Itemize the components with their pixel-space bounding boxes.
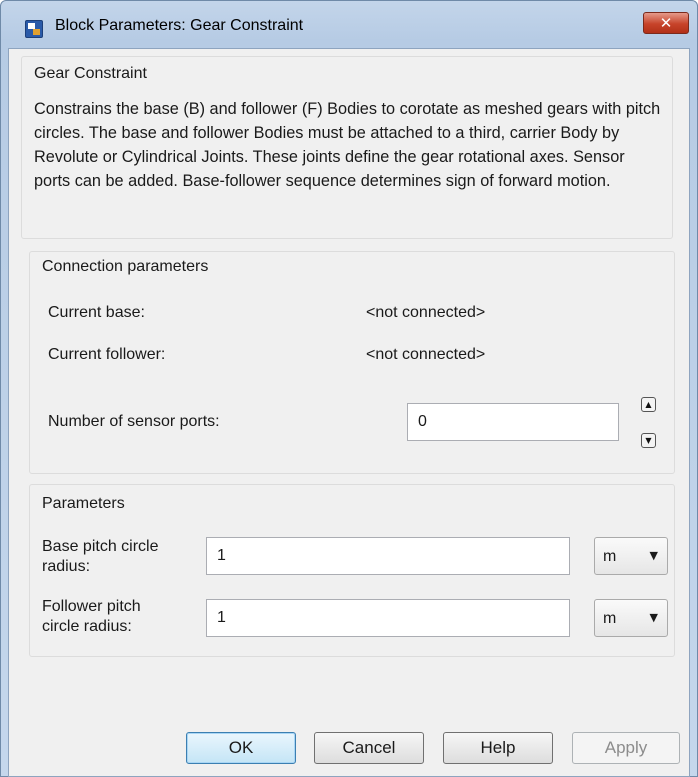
sensor-ports-label: Number of sensor ports: (48, 413, 220, 430)
title-bar[interactable]: Block Parameters: Gear Constraint ✕ (1, 1, 697, 41)
apply-button[interactable]: Apply (572, 732, 680, 764)
follower-radius-field[interactable]: 1 (206, 599, 570, 637)
spin-down-icon[interactable]: ▼ (641, 433, 656, 448)
current-base-label: Current base: (48, 304, 145, 321)
cancel-button[interactable]: Cancel (314, 732, 424, 764)
current-follower-label: Current follower: (48, 346, 166, 363)
follower-radius-unit-value: m (603, 610, 617, 627)
description-section: Gear Constraint Constrains the base (B) … (21, 56, 673, 239)
sensor-ports-field[interactable]: 0 (407, 403, 619, 441)
base-radius-unit-select[interactable]: m ▼ (594, 537, 668, 575)
current-base-value: <not connected> (366, 304, 486, 321)
section-title-connection-parameters: Connection parameters (42, 258, 209, 276)
spin-up-icon[interactable]: ▲ (641, 397, 656, 412)
section-title-parameters: Parameters (42, 495, 125, 513)
parameters-section: Parameters Base pitch circle radius: 1 m… (29, 484, 675, 657)
current-follower-value: <not connected> (366, 346, 486, 363)
dialog-client-area: Gear Constraint Constrains the base (B) … (8, 48, 690, 777)
base-radius-label-line2: radius: (42, 558, 91, 575)
close-button[interactable]: ✕ (643, 12, 689, 34)
chevron-down-icon: ▼ (649, 611, 658, 624)
base-radius-label-line1: Base pitch circle (42, 538, 159, 555)
help-button[interactable]: Help (443, 732, 553, 764)
section-title-gear-constraint: Gear Constraint (34, 65, 147, 83)
follower-radius-label-line2: circle radius: (42, 618, 132, 635)
window-title: Block Parameters: Gear Constraint (55, 17, 304, 34)
base-radius-field[interactable]: 1 (206, 537, 570, 575)
follower-radius-unit-select[interactable]: m ▼ (594, 599, 668, 637)
ok-button[interactable]: OK (186, 732, 296, 764)
simulink-block-icon (25, 20, 43, 38)
chevron-down-icon: ▼ (649, 549, 658, 562)
connection-parameters-section: Connection parameters Current base: <not… (29, 251, 675, 474)
base-radius-unit-value: m (603, 548, 617, 565)
block-description: Constrains the base (B) and follower (F)… (34, 100, 661, 190)
follower-radius-label-line1: Follower pitch (42, 598, 141, 615)
